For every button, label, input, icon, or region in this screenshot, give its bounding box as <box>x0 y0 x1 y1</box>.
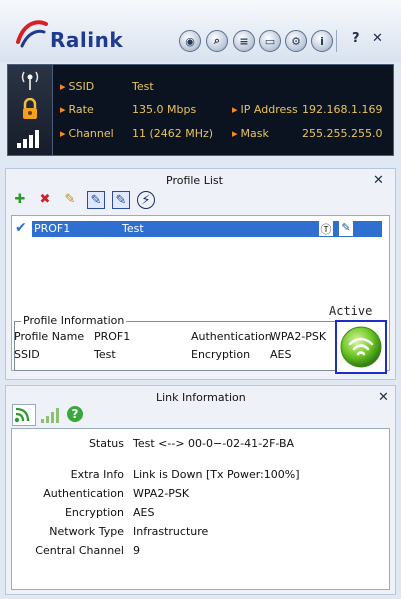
lock-icon <box>23 98 37 119</box>
throughput-tab[interactable] <box>40 406 62 427</box>
extra-info-label: Extra Info <box>70 468 124 481</box>
link-status-label: Status <box>88 437 124 450</box>
profile-information-title: Profile Information <box>21 314 127 327</box>
active-check-icon: ✔ <box>15 220 27 236</box>
link-information-body: Status Test <--> 00-0−-02-41-2F-BA Extra… <box>11 428 390 590</box>
mask-label: Mask <box>232 127 269 140</box>
central-channel-label: Central Channel <box>35 544 124 557</box>
channel-label: Channel <box>60 127 114 140</box>
profile-enc-label: Encryption <box>191 348 251 361</box>
status-icon-column <box>8 65 53 155</box>
ip-address-value: 192.168.1.169 <box>302 103 383 116</box>
profile-enc-value: AES <box>270 348 292 361</box>
profile-auth-label: Authentication <box>191 330 272 343</box>
page-icon[interactable]: ▭ <box>259 30 281 52</box>
edit-profile-icon[interactable]: ✎ <box>62 191 78 207</box>
rate-label: Rate <box>60 103 94 116</box>
active-label: Active <box>329 304 373 318</box>
list-icon[interactable]: ≡ <box>233 30 255 52</box>
connection-status-panel: SSID Test Rate 135.0 Mbps Channel 11 (24… <box>7 64 394 156</box>
profile-list-close-button[interactable]: ✕ <box>373 173 384 188</box>
profile-ssid-label: SSID <box>14 348 40 361</box>
profile-name-value: PROF1 <box>94 330 131 343</box>
infrastructure-icon: Ⓣ <box>319 221 333 236</box>
profile-name-label: Profile Name <box>14 330 85 343</box>
export-profile-icon[interactable]: ✎ <box>112 191 130 209</box>
ssid-value: Test <box>132 80 154 93</box>
wifi-active-icon <box>340 326 382 368</box>
info-icon[interactable]: i <box>311 30 333 52</box>
link-enc-value: AES <box>133 506 155 519</box>
profile-row-name: PROF1 <box>34 222 71 235</box>
scan-icon[interactable]: ⌕ <box>206 30 228 52</box>
ip-address-label: IP Address <box>232 103 298 116</box>
link-information-panel: Link Information ✕ ? Status Test <--> 00… <box>5 385 396 595</box>
signal-strength-icon <box>17 130 39 148</box>
profile-list: ✔ PROF1 Test Ⓣ ✎ Profile Information Pro… <box>11 215 390 371</box>
link-information-title: Link Information <box>156 391 246 404</box>
activate-profile-icon[interactable]: ⚡ <box>137 191 155 209</box>
profile-ssid-value: Test <box>94 348 116 361</box>
profile-row-ssid: Test <box>122 222 144 235</box>
security-key-icon: ✎ <box>339 221 353 236</box>
signal-bars-icon <box>41 408 59 423</box>
link-enc-label: Encryption <box>64 506 124 519</box>
link-auth-value: WPA2-PSK <box>133 487 190 500</box>
link-status-value: Test <--> 00-0−-02-41-2F-BA <box>133 437 295 450</box>
settings-icon[interactable]: ⚙ <box>285 30 307 52</box>
antenna-icon <box>21 71 39 90</box>
toolbar-divider <box>336 30 337 52</box>
close-button[interactable]: ✕ <box>372 31 383 46</box>
profile-row[interactable]: PROF1 Test Ⓣ ✎ <box>32 221 382 237</box>
help-button[interactable]: ? <box>352 31 360 46</box>
extra-info-value: Link is Down [Tx Power:100%] <box>133 468 300 481</box>
ralink-logo-icon <box>16 20 48 48</box>
survey-icon[interactable]: ◉ <box>179 30 201 52</box>
active-indicator[interactable] <box>335 320 387 374</box>
profile-auth-value: WPA2-PSK <box>270 330 327 343</box>
link-status-tab[interactable] <box>12 404 36 426</box>
link-information-close-button[interactable]: ✕ <box>378 390 389 405</box>
ralink-utility-window: Ralink ◉ ⌕ ≡ ▭ ⚙ i ? ✕ ▸ SSID Test ▸ Rat… <box>0 0 401 599</box>
import-profile-icon[interactable]: ✎ <box>87 191 105 209</box>
title-bar: Ralink ◉ ⌕ ≡ ▭ ⚙ i ? ✕ <box>0 0 401 62</box>
link-status-icon <box>14 407 30 423</box>
network-type-value: Infrastructure <box>133 525 209 538</box>
network-type-label: Network Type <box>49 525 124 538</box>
central-channel-value: 9 <box>133 544 140 557</box>
link-auth-label: Authentication <box>43 487 124 500</box>
ssid-label: SSID <box>60 80 95 93</box>
delete-profile-icon[interactable]: ✖ <box>37 191 53 207</box>
mask-value: 255.255.255.0 <box>302 127 383 140</box>
brand-name: Ralink <box>50 28 124 52</box>
profile-list-title: Profile List <box>166 174 223 187</box>
add-profile-icon[interactable]: ✚ <box>12 191 28 207</box>
channel-value: 11 (2462 MHz) <box>132 127 214 140</box>
profile-information-group: Profile Information Profile Name PROF1 S… <box>14 314 386 371</box>
help-icon[interactable]: ? <box>67 406 83 422</box>
rate-value: 135.0 Mbps <box>132 103 197 116</box>
